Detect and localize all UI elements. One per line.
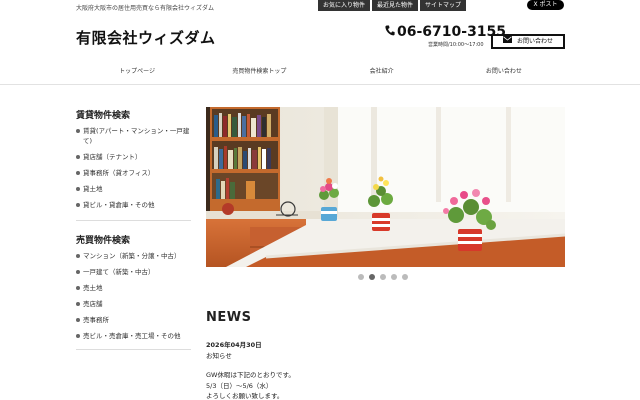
recently-viewed-link[interactable]: 最近見た物件 xyxy=(372,0,419,11)
bullet-icon xyxy=(76,334,80,338)
rental-search-list: 賃貸(アパート・マンション・一戸建て) 貸店舗（テナント） 貸事務所（貸オフィス… xyxy=(76,126,191,210)
bullet-icon xyxy=(76,302,80,306)
x-post-button[interactable]: X ポスト xyxy=(527,0,564,10)
sidebar-item-label: マンション（新築・分譲・中古） xyxy=(83,252,181,260)
slider-dot[interactable] xyxy=(391,274,397,280)
sale-search-list: マンション（新築・分譲・中古） 一戸建て（新築・中古） 売土地 売店舗 売事務所… xyxy=(76,251,191,341)
site-tagline: 大阪府大阪市の居住用売買なら有限会社ウィズダム xyxy=(76,5,215,12)
sale-item-building[interactable]: 売ビル・売倉庫・売工場・その他 xyxy=(76,331,191,341)
slider-dot[interactable] xyxy=(358,274,364,280)
bullet-icon xyxy=(76,171,80,175)
bullet-icon xyxy=(76,203,80,207)
news-body: GW休暇は下記のとおりです。 5/3（日）〜5/6（水） よろしくお願い致します… xyxy=(206,370,295,400)
sale-search-heading: 売買物件検索 xyxy=(76,236,131,246)
favorites-link[interactable]: お気に入り物件 xyxy=(318,0,371,11)
contact-button[interactable]: お問い合わせ xyxy=(491,34,565,49)
sidebar: 賃貸物件検索 賃貸(アパート・マンション・一戸建て) 貸店舗（テナント） 貸事務… xyxy=(76,108,191,350)
bullet-icon xyxy=(76,254,80,258)
sale-item-mansion[interactable]: マンション（新築・分譲・中古） xyxy=(76,251,191,261)
nav-divider xyxy=(0,84,640,85)
bullet-icon xyxy=(76,129,80,133)
nav-contact[interactable]: お問い合わせ xyxy=(443,62,565,82)
sale-item-shop[interactable]: 売店舗 xyxy=(76,299,191,309)
sidebar-item-label: 売事務所 xyxy=(83,316,109,324)
hero-slider[interactable] xyxy=(206,107,565,267)
sidebar-divider xyxy=(76,220,191,221)
bullet-icon xyxy=(76,187,80,191)
sitemap-link[interactable]: サイトマップ xyxy=(420,0,467,11)
mail-icon xyxy=(502,36,512,47)
sale-item-land[interactable]: 売土地 xyxy=(76,283,191,293)
sidebar-item-label: 売土地 xyxy=(83,284,103,292)
slider-dot-active[interactable] xyxy=(369,274,375,280)
news-date: 2026年04月30日 xyxy=(206,341,262,349)
rental-item-building[interactable]: 貸ビル・貸倉庫・その他 xyxy=(76,200,191,210)
sidebar-item-label: 貸事務所（貸オフィス） xyxy=(83,169,155,177)
bullet-icon xyxy=(76,270,80,274)
bullet-icon xyxy=(76,286,80,290)
bullet-icon xyxy=(76,155,80,159)
rental-item-residential[interactable]: 賃貸(アパート・マンション・一戸建て) xyxy=(76,126,191,146)
sale-item-house[interactable]: 一戸建て（新築・中古） xyxy=(76,267,191,277)
sidebar-item-label: 賃貸(アパート・マンション・一戸建て) xyxy=(83,127,190,145)
sidebar-divider xyxy=(76,349,191,350)
rental-item-office[interactable]: 貸事務所（貸オフィス） xyxy=(76,168,191,178)
nav-company[interactable]: 会社紹介 xyxy=(321,62,443,82)
bullet-icon xyxy=(76,318,80,322)
site-logo[interactable]: 有限会社ウィズダム xyxy=(76,27,216,48)
nav-sale-search[interactable]: 売買物件検索トップ xyxy=(198,62,320,82)
news-body-line: よろしくお願い致します。 xyxy=(206,392,284,400)
slider-dot[interactable] xyxy=(380,274,386,280)
global-nav: トップページ 売買物件検索トップ 会社紹介 お問い合わせ xyxy=(76,62,565,82)
sidebar-item-label: 貸店舗（テナント） xyxy=(83,153,142,161)
slider-dot[interactable] xyxy=(402,274,408,280)
news-heading: NEWS xyxy=(206,310,252,325)
sidebar-item-label: 一戸建て（新築・中古） xyxy=(83,268,155,276)
business-hours: 営業時間/10:00〜17:00 xyxy=(428,42,484,48)
sidebar-item-label: 売ビル・売倉庫・売工場・その他 xyxy=(83,332,181,340)
sidebar-item-label: 売店舗 xyxy=(83,300,103,308)
news-title: お知らせ xyxy=(206,352,232,360)
phone-number-text: 06-6710-3155 xyxy=(397,24,507,40)
sale-item-office[interactable]: 売事務所 xyxy=(76,315,191,325)
news-body-line: GW休暇は下記のとおりです。 xyxy=(206,371,295,379)
phone-number: 06-6710-3155 xyxy=(385,24,506,40)
rental-item-shop[interactable]: 貸店舗（テナント） xyxy=(76,152,191,162)
rental-item-land[interactable]: 貸土地 xyxy=(76,184,191,194)
rental-search-heading: 賃貸物件検索 xyxy=(76,111,131,121)
sidebar-item-label: 貸ビル・貸倉庫・その他 xyxy=(83,201,155,209)
hero-slide-image xyxy=(206,107,565,267)
news-body-line: 5/3（日）〜5/6（水） xyxy=(206,381,273,390)
utility-links: お気に入り物件 最近見た物件 サイトマップ xyxy=(318,0,467,11)
contact-button-label: お問い合わせ xyxy=(516,38,553,45)
sidebar-item-label: 貸土地 xyxy=(83,185,103,193)
phone-icon xyxy=(385,25,395,39)
slider-pagination xyxy=(358,274,408,280)
nav-top[interactable]: トップページ xyxy=(76,62,198,82)
